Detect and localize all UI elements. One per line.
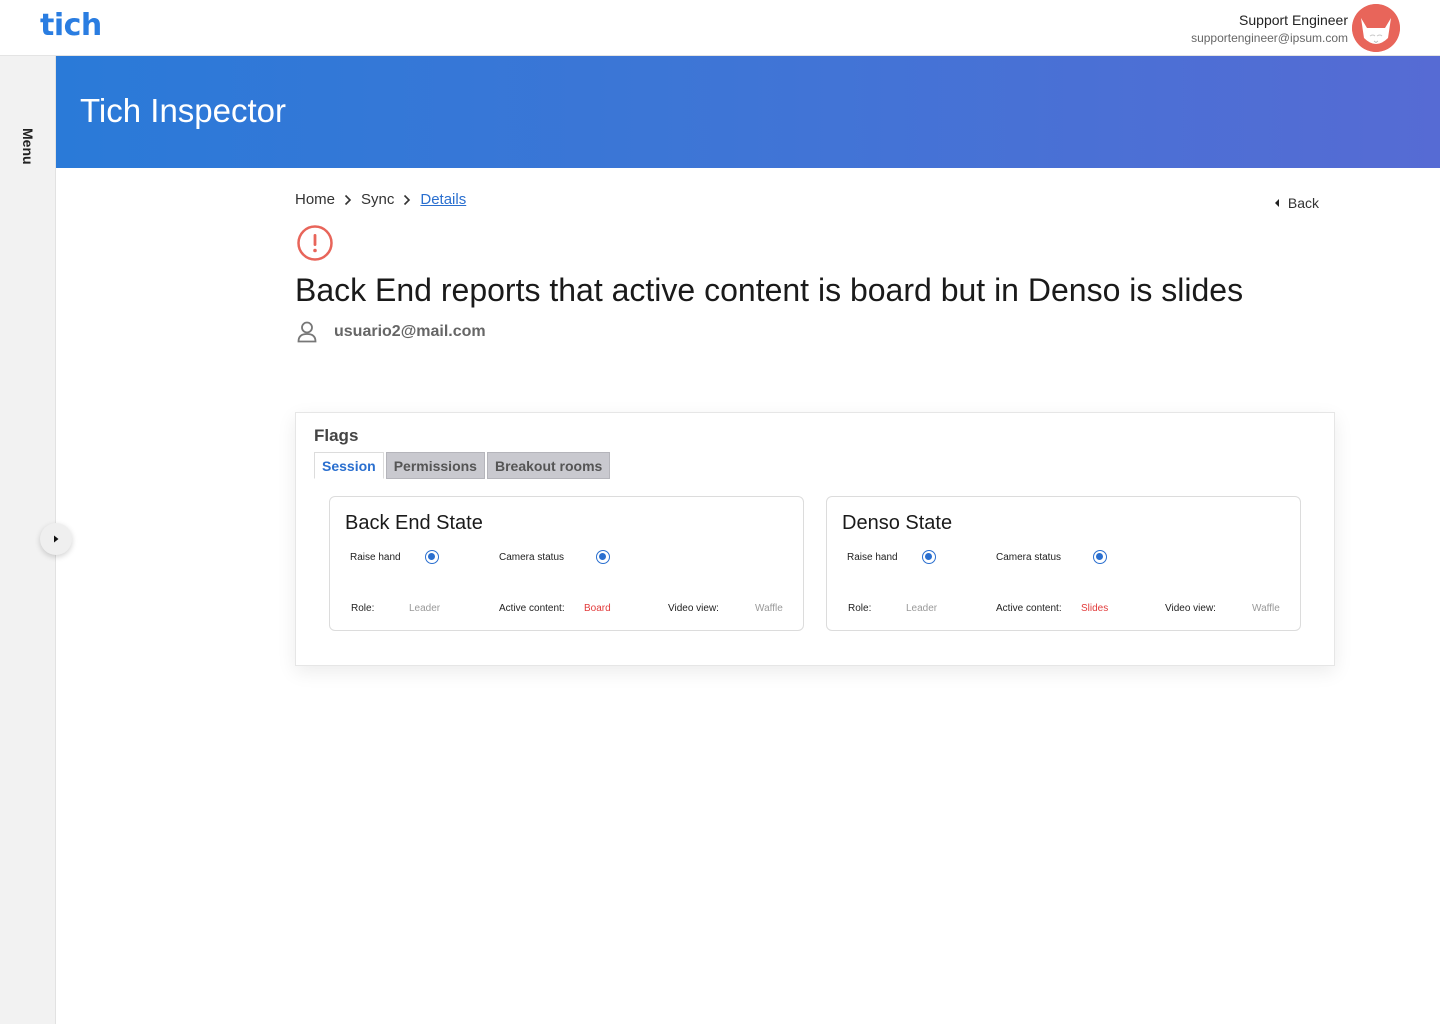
user-email: supportengineer@ipsum.com [1191, 31, 1348, 45]
role-value: Leader [409, 603, 441, 614]
alert-icon [296, 224, 334, 267]
user-icon [297, 321, 317, 343]
camera-status-radio[interactable] [596, 550, 610, 564]
reporter-email: usuario2@mail.com [334, 323, 486, 340]
breadcrumb: Home Sync Details [295, 191, 466, 208]
chevron-right-icon [344, 194, 352, 206]
breadcrumb-sync[interactable]: Sync [361, 191, 394, 208]
caret-left-icon [1274, 199, 1279, 207]
tich-logo[interactable]: tich [40, 8, 102, 43]
page-banner: Tich Inspector [56, 56, 1440, 168]
camera-status-radio[interactable] [1093, 550, 1107, 564]
cat-avatar-icon [1352, 4, 1400, 52]
video-view-label: Video view: [1165, 603, 1216, 614]
tab-permissions[interactable]: Permissions [385, 452, 485, 479]
raise-hand-radio[interactable] [425, 550, 439, 564]
user-info[interactable]: Support Engineer supportengineer@ipsum.c… [1191, 11, 1348, 46]
camera-status-label: Camera status [499, 552, 565, 563]
caret-right-icon [54, 535, 59, 543]
menu-label[interactable]: Menu [20, 128, 36, 165]
role-label: Role: [351, 603, 375, 614]
avatar[interactable] [1352, 4, 1400, 52]
top-bar: tich Support Engineer supportengineer@ip… [0, 0, 1440, 56]
video-view-value: Waffle [1252, 603, 1280, 614]
back-end-state-card: Back End State Raise hand Camera status … [329, 496, 804, 631]
reporter: usuario2@mail.com [297, 321, 486, 343]
video-view-value: Waffle [755, 603, 783, 614]
active-content-label: Active content: [499, 603, 565, 614]
flags-title: Flags [314, 426, 359, 445]
page-title: Back End reports that active content is … [295, 272, 1244, 308]
raise-hand-radio[interactable] [922, 550, 936, 564]
role-label: Role: [848, 603, 872, 614]
raise-hand-label: Raise hand [847, 552, 898, 563]
denso-state-card: Denso State Raise hand Camera status Rol… [826, 496, 1301, 631]
state-title: Denso State [842, 512, 953, 534]
state-title: Back End State [345, 512, 483, 534]
sidebar-expand-button[interactable] [40, 523, 72, 555]
user-name: Support Engineer [1239, 12, 1348, 28]
back-button[interactable]: Back [1274, 195, 1319, 211]
breadcrumb-details[interactable]: Details [420, 191, 466, 208]
active-content-label: Active content: [996, 603, 1062, 614]
video-view-label: Video view: [668, 603, 719, 614]
camera-status-label: Camera status [996, 552, 1062, 563]
back-label: Back [1287, 195, 1319, 211]
tab-session[interactable]: Session [314, 452, 384, 479]
active-content-value: Slides [1081, 603, 1109, 614]
raise-hand-label: Raise hand [350, 552, 401, 563]
chevron-right-icon [403, 194, 411, 206]
breadcrumb-home[interactable]: Home [295, 191, 335, 208]
flags-tabs: Session Permissions Breakout rooms [314, 452, 612, 479]
role-value: Leader [906, 603, 938, 614]
flags-panel: Flags Session Permissions Breakout rooms… [295, 412, 1335, 666]
banner-title: Tich Inspector [80, 92, 287, 129]
active-content-value: Board [584, 603, 611, 614]
tab-breakout-rooms[interactable]: Breakout rooms [486, 452, 611, 479]
